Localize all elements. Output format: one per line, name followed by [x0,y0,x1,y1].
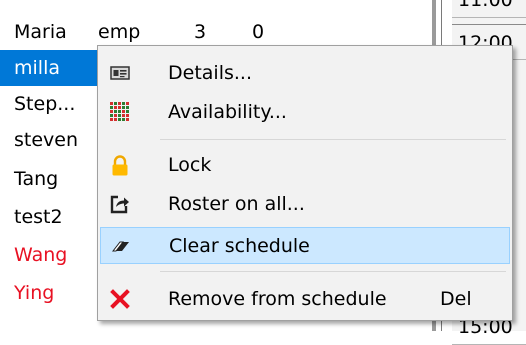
share-arrow-icon [110,194,130,214]
menu-item-label: Remove from schedule [168,288,387,310]
menu-item-label: Roster on all... [168,193,305,215]
menu-item-details[interactable]: Details... [100,55,510,92]
menu-item-shortcut: Del [440,288,472,310]
menu-item-label: Details... [168,62,252,84]
lock-icon [110,155,130,176]
menu-item-label: Clear schedule [169,235,310,257]
id-card-icon [110,63,130,83]
menu-item-lock[interactable]: Lock [100,147,510,184]
menu-item-clear-schedule[interactable]: Clear schedule [100,227,510,264]
eraser-icon [111,236,131,256]
staff-name: Step... [14,93,76,115]
staff-name: test2 [14,206,63,228]
menu-separator [160,139,506,140]
staff-name: milla [14,57,60,79]
staff-name: Ying [14,282,55,304]
staff-name: Tang [14,168,59,190]
menu-separator [160,271,506,272]
staff-row-selected[interactable]: milla [0,50,108,86]
red-x-icon [110,289,130,309]
staff-name: steven [14,129,79,151]
staff-name: Maria [14,21,67,43]
time-slot[interactable]: 11:00 [452,0,526,18]
staff-name: Wang [14,244,68,266]
menu-item-remove[interactable]: Remove from schedule Del [100,281,510,318]
availability-grid-icon [110,102,130,122]
menu-item-availability[interactable]: Availability... [100,94,510,131]
menu-item-label: Lock [168,154,212,176]
menu-item-label: Availability... [168,101,287,123]
menu-item-roster-all[interactable]: Roster on all... [100,186,510,223]
context-menu: Details... Availability... Lock Roster o… [97,45,513,321]
